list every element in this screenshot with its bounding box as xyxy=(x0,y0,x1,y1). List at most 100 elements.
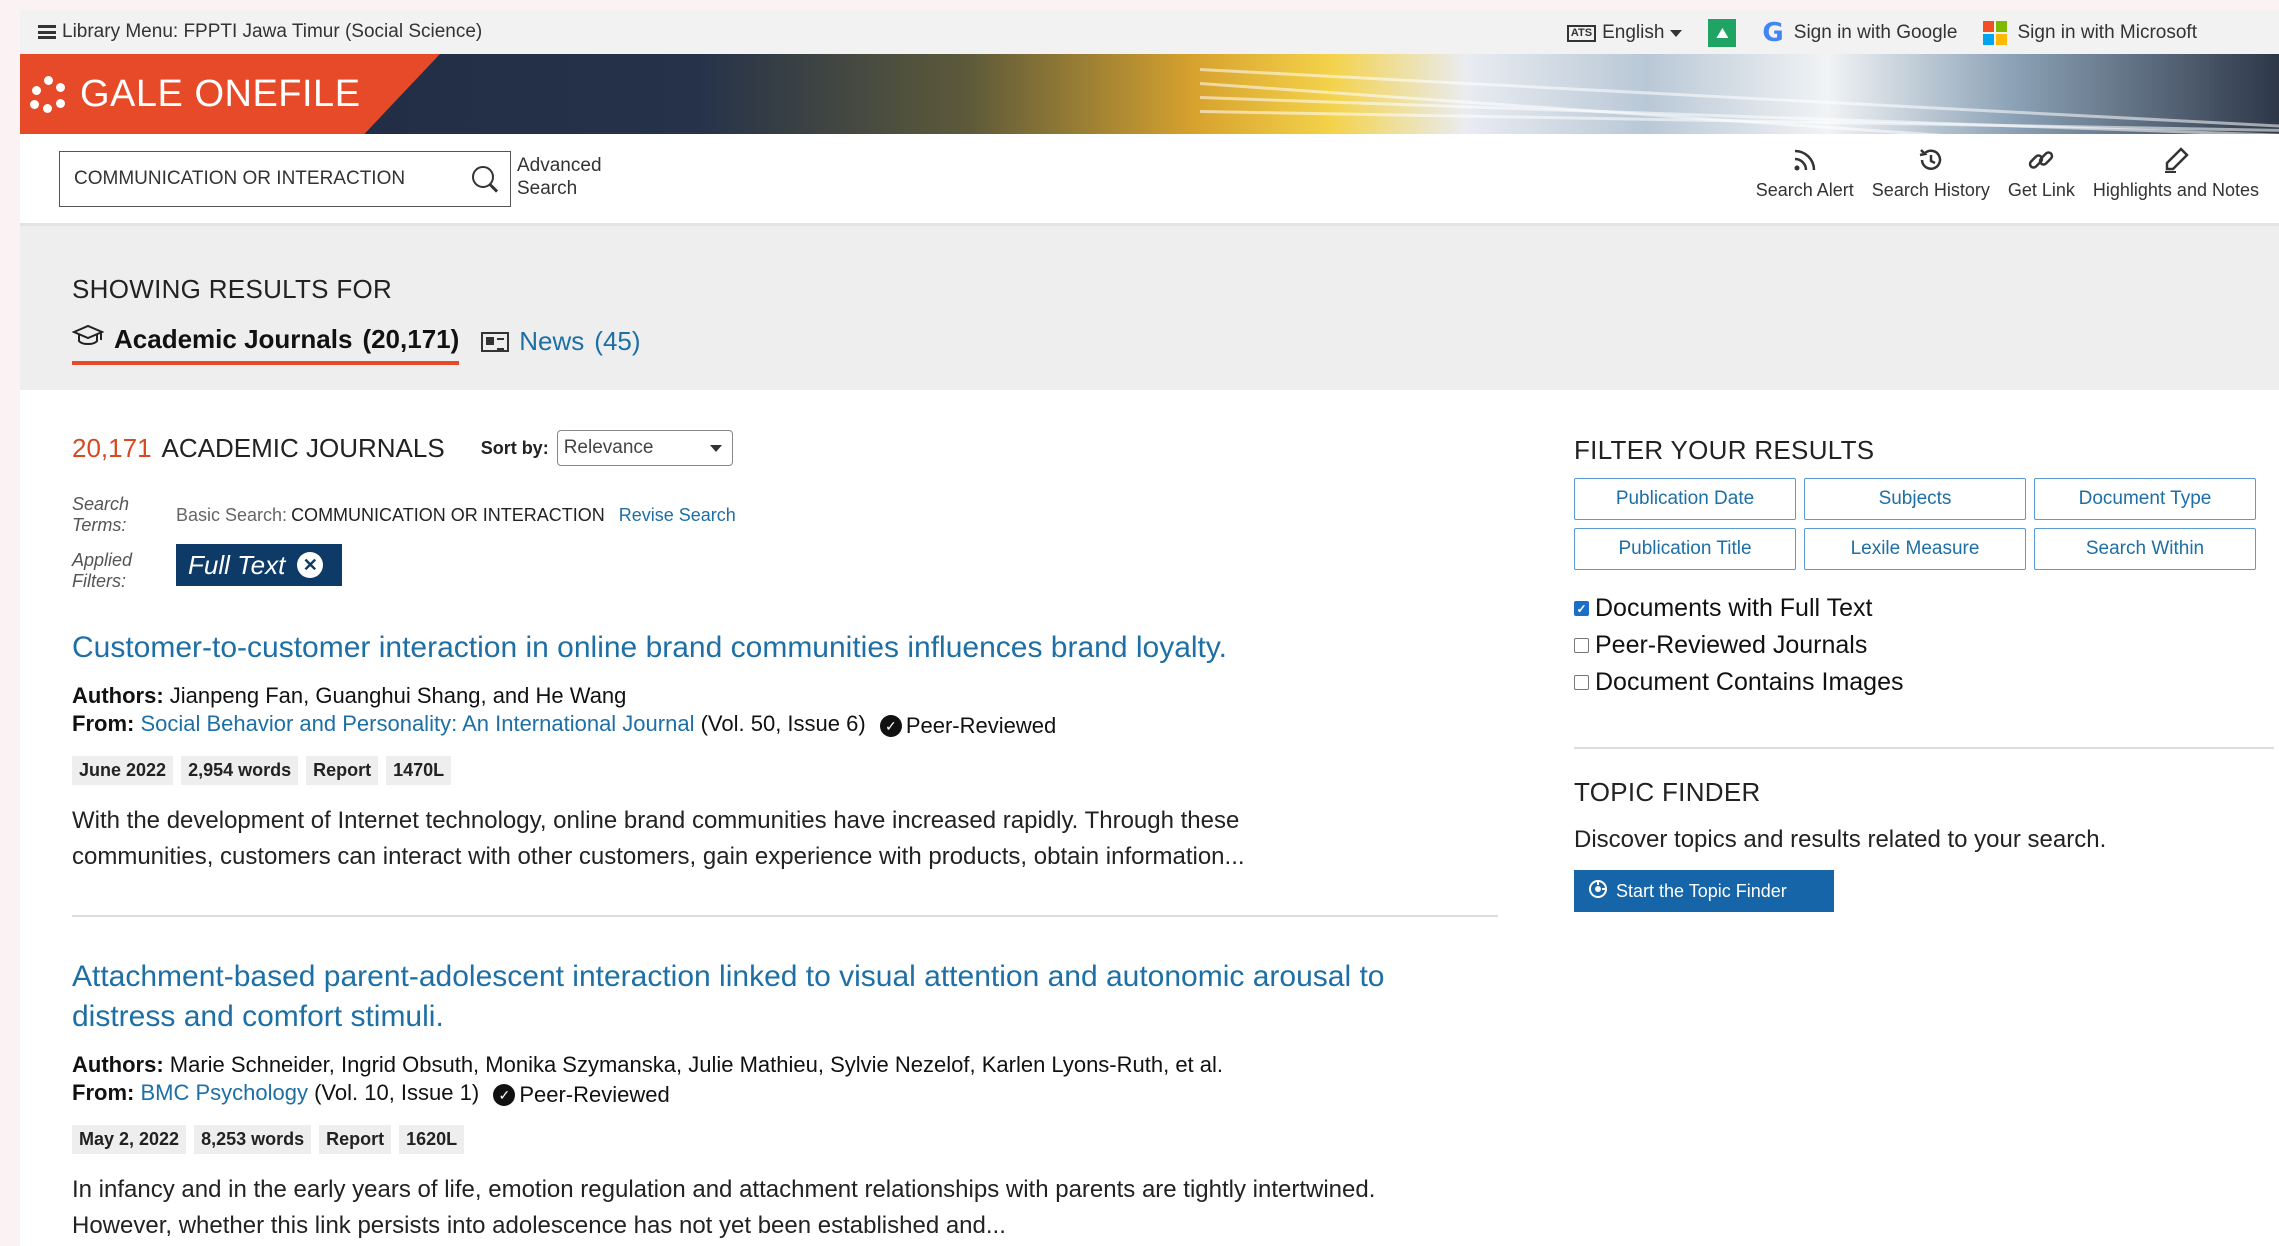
close-icon[interactable]: ✕ xyxy=(297,552,324,578)
hamburger-icon xyxy=(38,25,56,39)
sign-in-microsoft-label: Sign in with Microsoft xyxy=(2017,22,2197,43)
highlights-notes-button[interactable]: Highlights and Notes xyxy=(2093,144,2259,201)
search-button[interactable] xyxy=(460,154,510,204)
abstract-line2: communities, customers can interact with… xyxy=(72,843,1245,870)
filter-publication-date-button[interactable]: Publication Date xyxy=(1574,478,1796,520)
sort-select-value: Relevance xyxy=(563,437,654,458)
link-icon xyxy=(2025,144,2057,176)
result-abstract: With the development of Internet technol… xyxy=(72,803,1498,875)
sort-by-label: Sort by: xyxy=(480,437,549,458)
search-alert-label: Search Alert xyxy=(1755,180,1854,200)
advanced-search-line1: Advanced xyxy=(517,155,602,176)
search-terms-label-line1: Search xyxy=(72,494,130,514)
filter-document-type-button[interactable]: Document Type xyxy=(2034,478,2256,520)
filter-publication-title-button[interactable]: Publication Title xyxy=(1574,528,1796,570)
search-meta: Search Terms: Basic Search: COMMUNICATIO… xyxy=(72,494,1498,592)
source-link[interactable]: BMC Psychology xyxy=(140,1080,308,1105)
tag-lexile: 1470L xyxy=(386,756,452,785)
search-history-button[interactable]: Search History xyxy=(1872,144,1990,201)
checkbox-checked[interactable]: ✓ xyxy=(1574,601,1589,616)
check-circle-icon: ✓ xyxy=(493,1084,516,1106)
checkbox-peer-reviewed[interactable]: Peer-Reviewed Journals xyxy=(1574,631,2279,660)
applied-filters-label-line2: Filters: xyxy=(72,571,126,591)
tag-type: Report xyxy=(306,756,379,785)
filter-subjects-button[interactable]: Subjects xyxy=(1804,478,2026,520)
result-title-link[interactable]: Customer-to-customer interaction in onli… xyxy=(72,628,1498,668)
library-menu-label: Library Menu: FPPTI Jawa Timur (Social S… xyxy=(62,21,483,42)
authors-value: Marie Schneider, Ingrid Obsuth, Monika S… xyxy=(169,1052,1224,1077)
result-authors: Authors: Jianpeng Fan, Guanghui Shang, a… xyxy=(72,682,1498,710)
result-title-line1: Attachment-based parent-adolescent inter… xyxy=(72,960,1385,993)
filter-lexile-measure-button[interactable]: Lexile Measure xyxy=(1804,528,2026,570)
checkbox-peer-reviewed-label: Peer-Reviewed Journals xyxy=(1595,631,1868,659)
get-link-button[interactable]: Get Link xyxy=(2008,144,2075,201)
divider xyxy=(1574,747,2274,749)
top-utility-bar: Library Menu: FPPTI Jawa Timur (Social S… xyxy=(20,10,2279,54)
library-menu-button[interactable]: Library Menu: FPPTI Jawa Timur (Social S… xyxy=(38,21,482,43)
result-source: From: BMC Psychology (Vol. 10, Issue 1) … xyxy=(72,1079,1498,1109)
language-selector[interactable]: ATS English xyxy=(1566,22,1683,44)
content-type-tabs: Academic Journals (20,171) News (45) xyxy=(71,324,641,365)
tab-news[interactable]: News (45) xyxy=(481,326,641,363)
sort-by: Sort by: Relevance xyxy=(481,430,733,466)
brand-logo[interactable]: GALE ONEFILE xyxy=(20,54,440,134)
showing-results-panel: SHOWING RESULTS FOR Academic Journals (2… xyxy=(20,226,2279,390)
search-alert-button[interactable]: Search Alert xyxy=(1756,144,1854,201)
result-item: Customer-to-customer interaction in onli… xyxy=(72,628,1498,917)
result-abstract: In infancy and in the early years of lif… xyxy=(72,1172,1498,1244)
checkbox-unchecked[interactable] xyxy=(1574,638,1589,653)
filter-search-within-button[interactable]: Search Within xyxy=(2034,528,2256,570)
filter-checkboxes: ✓ Documents with Full Text Peer-Reviewed… xyxy=(1574,594,2279,697)
filter-chip-label: Full Text xyxy=(188,549,286,580)
sign-in-google-button[interactable]: G Sign in with Google xyxy=(1762,18,1957,48)
result-authors: Authors: Marie Schneider, Ingrid Obsuth,… xyxy=(72,1051,1498,1079)
start-topic-finder-button[interactable]: Start the Topic Finder xyxy=(1574,870,1834,912)
showing-results-heading: SHOWING RESULTS FOR xyxy=(72,274,393,304)
source-issue: (Vol. 50, Issue 6) xyxy=(700,711,866,736)
sign-in-google-label: Sign in with Google xyxy=(1793,22,1958,43)
checkbox-full-text[interactable]: ✓ Documents with Full Text xyxy=(1574,594,2279,623)
check-circle-icon: ✓ xyxy=(879,715,902,737)
search-terms-label-line2: Terms: xyxy=(72,515,127,535)
result-title-link[interactable]: Attachment-based parent-adolescent inter… xyxy=(72,957,1498,1037)
topic-finder-button-label: Start the Topic Finder xyxy=(1616,880,1787,901)
search-terms: Basic Search: COMMUNICATION OR INTERACTI… xyxy=(176,494,1498,536)
sign-in-microsoft-button[interactable]: Sign in with Microsoft xyxy=(1983,21,2197,45)
tag-words: 8,253 words xyxy=(194,1125,312,1154)
basic-search-query: COMMUNICATION OR INTERACTION xyxy=(291,504,605,525)
checkbox-unchecked[interactable] xyxy=(1574,675,1589,690)
tag-date: June 2022 xyxy=(72,756,174,785)
from-label: From: xyxy=(72,1080,135,1105)
source-link[interactable]: Social Behavior and Personality: An Inte… xyxy=(140,711,694,736)
tab-news-count: (45) xyxy=(594,326,641,356)
results-type-label: ACADEMIC JOURNALS xyxy=(161,432,445,463)
topic-finder: TOPIC FINDER Discover topics and results… xyxy=(1574,777,2279,912)
authors-label: Authors: xyxy=(72,1052,164,1077)
topic-finder-description: Discover topics and results related to y… xyxy=(1574,826,2107,853)
translate-icon: ATS xyxy=(1566,24,1597,42)
highlights-notes-label: Highlights and Notes xyxy=(2092,180,2259,200)
abstract-line2: However, whether this link persists into… xyxy=(72,1212,1006,1239)
tab-academic-journals[interactable]: Academic Journals (20,171) xyxy=(71,324,460,365)
result-item: Attachment-based parent-adolescent inter… xyxy=(72,957,1498,1244)
page: Library Menu: FPPTI Jawa Timur (Social S… xyxy=(20,10,2279,1246)
advanced-search-link[interactable]: Advanced Search xyxy=(517,154,617,200)
search-bar-row: COMMUNICATION OR INTERACTION Advanced Se… xyxy=(20,134,2279,226)
advanced-search-line2: Search xyxy=(517,178,578,199)
topic-finder-icon xyxy=(1588,879,1608,904)
peer-reviewed-label: Peer-Reviewed xyxy=(905,713,1057,738)
topic-finder-heading: TOPIC FINDER xyxy=(1574,777,1761,807)
revise-search-link[interactable]: Revise Search xyxy=(619,505,736,526)
sort-select[interactable]: Relevance xyxy=(556,430,733,466)
product-title: GALE ONEFILE xyxy=(80,72,361,115)
peer-reviewed-badge: ✓ Peer-Reviewed xyxy=(879,712,1057,740)
search-input[interactable]: COMMUNICATION OR INTERACTION xyxy=(59,151,511,207)
google-drive-icon[interactable] xyxy=(1708,19,1737,47)
chevron-down-icon xyxy=(1670,29,1683,37)
search-query-text: COMMUNICATION OR INTERACTION xyxy=(74,168,406,189)
peer-reviewed-badge: ✓ Peer-Reviewed xyxy=(493,1081,670,1109)
filter-chip-full-text[interactable]: Full Text ✕ xyxy=(176,544,342,586)
tag-words: 2,954 words xyxy=(181,756,299,785)
result-source: From: Social Behavior and Personality: A… xyxy=(72,710,1498,740)
checkbox-contains-images[interactable]: Document Contains Images xyxy=(1574,668,2279,697)
